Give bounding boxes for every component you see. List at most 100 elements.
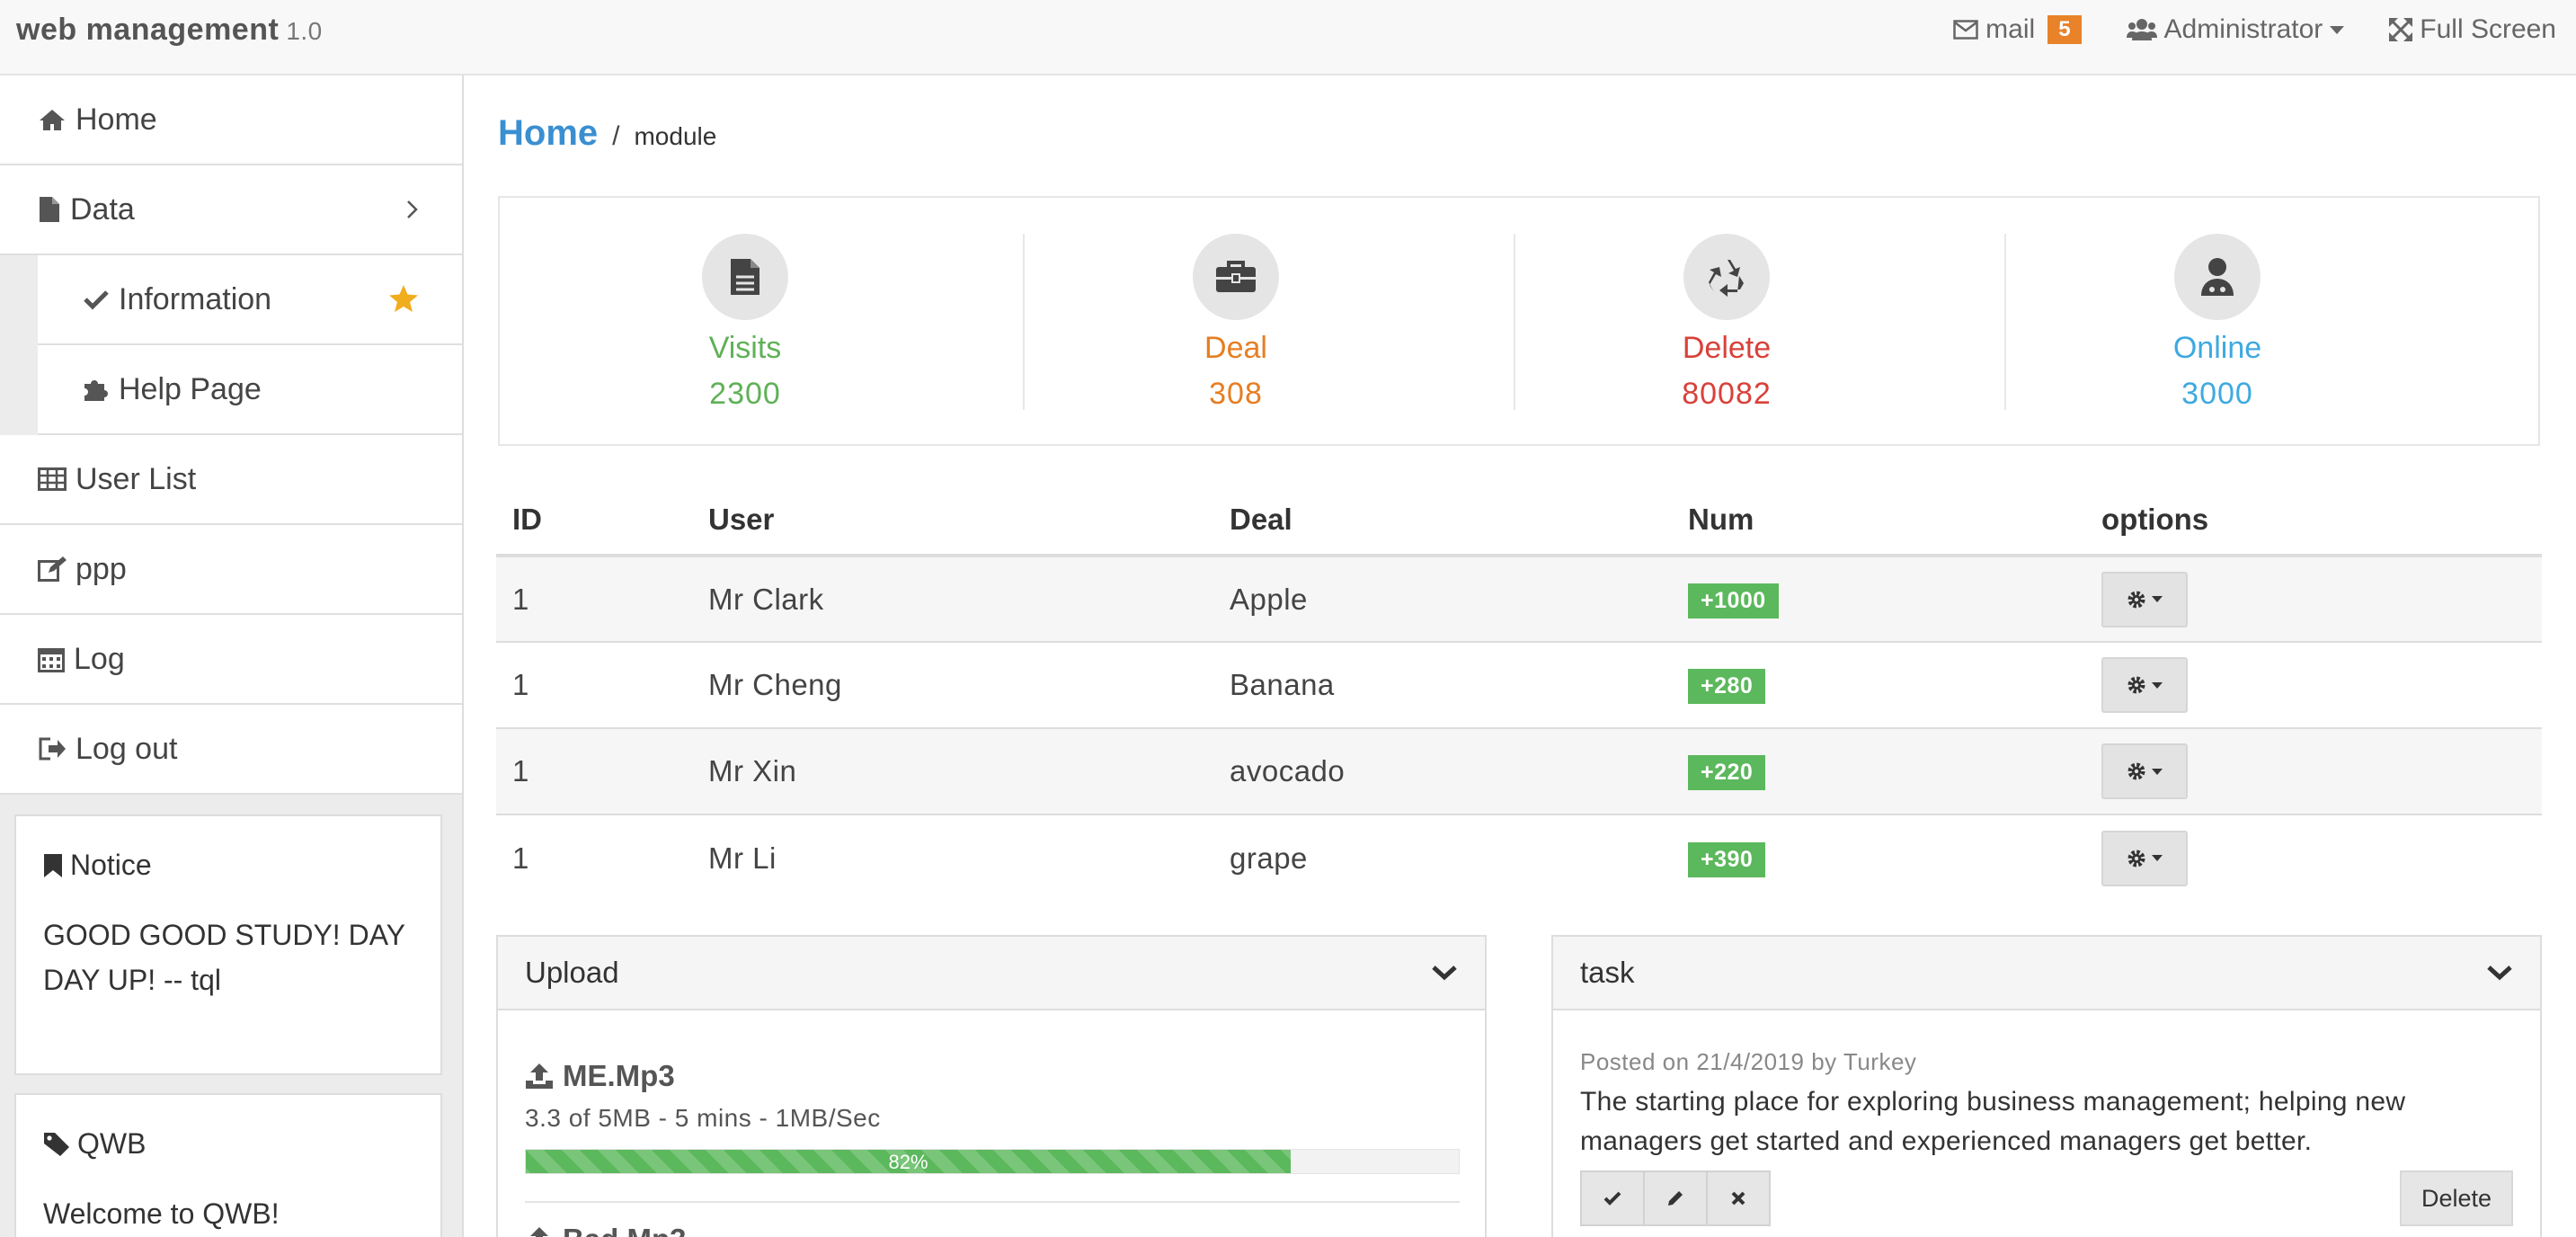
sidebar-item-log-out[interactable]: Log out bbox=[0, 705, 462, 795]
options-dropdown-button[interactable] bbox=[2101, 743, 2188, 799]
notice-text: GOOD GOOD STUDY! DAY DAY UP! -- tql bbox=[43, 919, 405, 996]
logout-icon bbox=[39, 737, 66, 761]
mail-label: mail bbox=[1985, 14, 2036, 44]
gear-icon bbox=[2127, 762, 2145, 780]
stat-value: 308 bbox=[1209, 377, 1263, 411]
task-panel-title: task bbox=[1580, 956, 1635, 989]
chevron-down-icon[interactable] bbox=[2486, 964, 2513, 982]
sidebar-item-label: ppp bbox=[76, 551, 127, 586]
cell-id: 1 bbox=[496, 642, 692, 729]
sidebar-item-log[interactable]: Log bbox=[0, 615, 462, 705]
stat-icon-circle bbox=[702, 234, 788, 320]
cell-user: Mr Xin bbox=[692, 728, 1213, 815]
options-dropdown-button[interactable] bbox=[2101, 571, 2188, 627]
cell-id: 1 bbox=[496, 556, 692, 643]
gear-icon bbox=[2127, 591, 2145, 608]
chevron-down-icon bbox=[2152, 596, 2163, 602]
chevron-down-icon bbox=[2152, 768, 2163, 775]
breadcrumb-separator: / bbox=[612, 121, 620, 151]
table-row: 1 Mr Xin avocado +220 bbox=[496, 728, 2542, 815]
pencil-icon bbox=[1668, 1191, 1683, 1206]
sidebar-item-ppp[interactable]: ppp bbox=[0, 525, 462, 615]
sidebar-item-label: User List bbox=[76, 461, 197, 496]
sidebar-item-label: Log out bbox=[76, 731, 178, 766]
edit-button[interactable] bbox=[1643, 1170, 1708, 1226]
cell-options bbox=[2085, 556, 2542, 643]
task-delete-button[interactable]: Delete bbox=[2400, 1170, 2513, 1226]
table-icon bbox=[38, 467, 67, 491]
app-brand[interactable]: web management 1.0 bbox=[16, 13, 323, 48]
mail-link[interactable]: mail 5 bbox=[1953, 14, 2082, 45]
table-row: 1 Mr Clark Apple +1000 bbox=[496, 556, 2542, 643]
cell-options bbox=[2085, 728, 2542, 815]
cell-id: 1 bbox=[496, 728, 692, 815]
stats-panel: Visits 2300 Deal 308 Delete 80082 Online… bbox=[498, 196, 2540, 446]
users-icon bbox=[2126, 19, 2157, 40]
mail-count-badge: 5 bbox=[2047, 15, 2082, 44]
sidebar-item-label: Help Page bbox=[119, 371, 262, 406]
upload-icon bbox=[526, 1063, 553, 1089]
cell-user: Mr Cheng bbox=[692, 642, 1213, 729]
cell-num: +390 bbox=[1672, 814, 2085, 901]
breadcrumb-current: module bbox=[634, 122, 717, 150]
sidebar-item-information[interactable]: Information bbox=[38, 255, 462, 345]
options-dropdown-button[interactable] bbox=[2101, 830, 2188, 886]
cell-num: +1000 bbox=[1672, 556, 2085, 643]
upload-file-item: Bad.Mp3 bbox=[525, 1223, 687, 1237]
user-icon bbox=[2201, 258, 2234, 296]
cell-deal: avocado bbox=[1213, 728, 1672, 815]
breadcrumb-home-link[interactable]: Home bbox=[498, 113, 598, 154]
puzzle-icon bbox=[84, 380, 108, 401]
sidebar-item-home[interactable]: Home bbox=[0, 76, 462, 165]
chevron-down-icon bbox=[2152, 681, 2163, 689]
upload-file-name: ME.Mp3 bbox=[563, 1059, 675, 1092]
close-icon bbox=[1731, 1191, 1745, 1206]
task-panel-header[interactable]: task bbox=[1553, 937, 2540, 1010]
app-version: 1.0 bbox=[286, 17, 323, 45]
sidebar-item-help-page[interactable]: Help Page bbox=[38, 345, 462, 435]
cell-id: 1 bbox=[512, 841, 529, 875]
num-badge: +220 bbox=[1688, 755, 1766, 790]
top-navbar: web management 1.0 mail 5 Administrator F… bbox=[0, 0, 2576, 76]
fullscreen-label: Full Screen bbox=[2420, 14, 2556, 44]
sidebar-item-label: Information bbox=[119, 281, 272, 316]
upload-file-name: Bad.Mp3 bbox=[563, 1223, 687, 1237]
cell-user: Mr Clark bbox=[692, 556, 1213, 643]
column-header-id: ID bbox=[496, 485, 692, 557]
cell-num: +280 bbox=[1672, 642, 2085, 729]
user-menu[interactable]: Administrator bbox=[2126, 14, 2345, 45]
column-header-user: User bbox=[692, 485, 1213, 557]
stat-deal: Deal 308 bbox=[990, 234, 1481, 411]
upload-progress-fill: 82% bbox=[526, 1150, 1292, 1173]
breadcrumb: Home / module bbox=[498, 113, 716, 154]
approve-button[interactable] bbox=[1580, 1170, 1645, 1226]
qwb-title: QWB bbox=[77, 1127, 147, 1160]
cell-deal: Apple bbox=[1213, 556, 1672, 643]
task-action-group bbox=[1580, 1170, 1771, 1226]
check-icon bbox=[84, 290, 109, 310]
stat-icon-circle bbox=[1683, 234, 1770, 320]
stat-value: 80082 bbox=[1682, 377, 1772, 411]
notice-header: Notice bbox=[16, 816, 440, 882]
notice-panel: Notice GOOD GOOD STUDY! DAY DAY UP! -- t… bbox=[14, 814, 442, 1075]
sidebar-item-user-list[interactable]: User List bbox=[0, 435, 462, 525]
sidebar-item-data[interactable]: Data bbox=[0, 165, 462, 255]
sidebar-item-label: Log bbox=[74, 641, 125, 676]
remove-button[interactable] bbox=[1706, 1170, 1771, 1226]
cell-options bbox=[2085, 814, 2542, 901]
chevron-down-icon[interactable] bbox=[1431, 964, 1458, 982]
expand-icon bbox=[2389, 18, 2413, 41]
options-dropdown-button[interactable] bbox=[2101, 657, 2188, 713]
sidebar-item-label: Data bbox=[70, 191, 135, 227]
stat-label: Deal bbox=[1204, 331, 1267, 365]
edit-icon bbox=[38, 556, 67, 582]
envelope-icon bbox=[1953, 20, 1978, 40]
fullscreen-link[interactable]: Full Screen bbox=[2389, 14, 2556, 45]
column-header-deal: Deal bbox=[1213, 485, 1672, 557]
column-header-options: options bbox=[2085, 485, 2542, 557]
table-row: 1 Mr Li grape +390 bbox=[496, 814, 2542, 901]
chevron-down-icon bbox=[2152, 855, 2163, 861]
notice-title: Notice bbox=[70, 849, 152, 881]
stat-value: 3000 bbox=[2181, 377, 2253, 411]
upload-panel-header[interactable]: Upload bbox=[498, 937, 1485, 1010]
